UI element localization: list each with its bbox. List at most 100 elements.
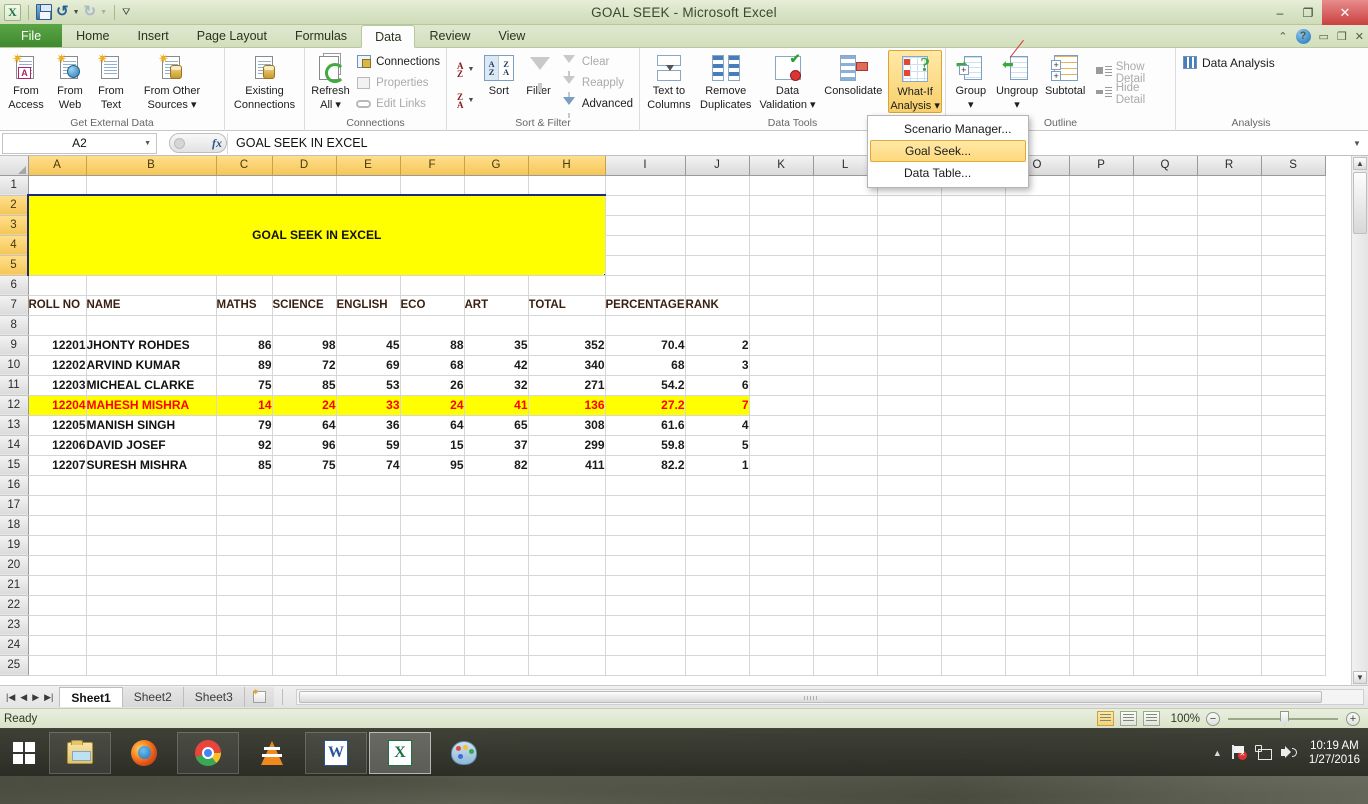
cell-D13[interactable]: 64 — [272, 415, 337, 436]
cell-S11[interactable] — [1261, 375, 1326, 396]
cell-F14[interactable]: 15 — [400, 435, 465, 456]
text-to-columns-button[interactable]: Text to Columns — [643, 50, 695, 111]
cell-Q11[interactable] — [1133, 375, 1198, 396]
cell-D1[interactable] — [272, 175, 337, 196]
cell-E12[interactable]: 33 — [336, 395, 401, 416]
cell-R21[interactable] — [1197, 575, 1262, 596]
tab-insert[interactable]: Insert — [124, 24, 183, 47]
cell-N21[interactable] — [941, 575, 1006, 596]
cell-D17[interactable] — [272, 495, 337, 516]
cell-G16[interactable] — [464, 475, 529, 496]
cell-Q8[interactable] — [1133, 315, 1198, 336]
taskbar-vlc[interactable] — [241, 732, 303, 774]
cell-B10[interactable]: ARVIND KUMAR — [86, 355, 217, 376]
cell-R17[interactable] — [1197, 495, 1262, 516]
row-header-13[interactable]: 13 — [0, 415, 29, 436]
cell-I1[interactable] — [605, 175, 686, 196]
cell-O2[interactable] — [1005, 195, 1070, 216]
cell-A17[interactable] — [28, 495, 87, 516]
cell-K24[interactable] — [749, 635, 814, 656]
cell-P21[interactable] — [1069, 575, 1134, 596]
cell-P6[interactable] — [1069, 275, 1134, 296]
name-box-dropdown-icon[interactable]: ▼ — [144, 140, 151, 147]
cell-A19[interactable] — [28, 535, 87, 556]
column-header-K[interactable]: K — [749, 156, 814, 176]
cell-J10[interactable]: 3 — [685, 355, 750, 376]
cell-P22[interactable] — [1069, 595, 1134, 616]
cell-S16[interactable] — [1261, 475, 1326, 496]
cell-D16[interactable] — [272, 475, 337, 496]
cell-J12[interactable]: 7 — [685, 395, 750, 416]
cell-M3[interactable] — [877, 215, 942, 236]
cell-B6[interactable] — [86, 275, 217, 296]
cell-A15[interactable]: 12207 — [28, 455, 87, 476]
cell-I2[interactable] — [605, 195, 686, 216]
taskbar-paint[interactable] — [433, 732, 495, 774]
cell-I12[interactable]: 27.2 — [605, 395, 686, 416]
doc-minimize-icon[interactable]: ▭ — [1319, 30, 1329, 43]
cell-E8[interactable] — [336, 315, 401, 336]
cell-E11[interactable]: 53 — [336, 375, 401, 396]
cell-J8[interactable] — [685, 315, 750, 336]
reapply-button[interactable]: Reapply — [559, 73, 636, 97]
cell-H23[interactable] — [528, 615, 606, 636]
cell-R15[interactable] — [1197, 455, 1262, 476]
cell-E14[interactable]: 59 — [336, 435, 401, 456]
column-header-S[interactable]: S — [1261, 156, 1326, 176]
cell-N12[interactable] — [941, 395, 1006, 416]
collapse-ribbon-icon[interactable]: ⌃ — [1278, 30, 1287, 43]
cell-J2[interactable] — [685, 195, 750, 216]
cell-O15[interactable] — [1005, 455, 1070, 476]
cell-R20[interactable] — [1197, 555, 1262, 576]
cell-R4[interactable] — [1197, 235, 1262, 256]
zoom-thumb[interactable] — [1280, 710, 1289, 727]
cell-R8[interactable] — [1197, 315, 1262, 336]
cell-S3[interactable] — [1261, 215, 1326, 236]
cell-L23[interactable] — [813, 615, 878, 636]
cell-L17[interactable] — [813, 495, 878, 516]
cell-S13[interactable] — [1261, 415, 1326, 436]
cell-S7[interactable] — [1261, 295, 1326, 316]
cell-R12[interactable] — [1197, 395, 1262, 416]
cell-E25[interactable] — [336, 655, 401, 676]
cell-B22[interactable] — [86, 595, 217, 616]
cell-Q12[interactable] — [1133, 395, 1198, 416]
cell-L7[interactable] — [813, 295, 878, 316]
cell-C1[interactable] — [216, 175, 273, 196]
cell-I23[interactable] — [605, 615, 686, 636]
cell-N7[interactable] — [941, 295, 1006, 316]
cell-A16[interactable] — [28, 475, 87, 496]
cell-R14[interactable] — [1197, 435, 1262, 456]
cell-B8[interactable] — [86, 315, 217, 336]
insert-worksheet-icon[interactable]: ✷ — [243, 687, 274, 707]
column-header-C[interactable]: C — [216, 156, 273, 176]
remove-duplicates-button[interactable]: Remove Duplicates — [695, 50, 757, 111]
cell-M20[interactable] — [877, 555, 942, 576]
cell-I9[interactable]: 70.4 — [605, 335, 686, 356]
cell-I14[interactable]: 59.8 — [605, 435, 686, 456]
cell-G7[interactable]: ART — [464, 295, 529, 316]
sheet-tab-sheet3[interactable]: Sheet3 — [182, 687, 244, 707]
cell-H16[interactable] — [528, 475, 606, 496]
horizontal-scrollbar[interactable] — [295, 689, 1364, 705]
cell-C15[interactable]: 85 — [216, 455, 273, 476]
close-button[interactable]: ✕ — [1322, 0, 1368, 25]
column-header-H[interactable]: H — [528, 156, 606, 176]
sort-button[interactable]: AZZA Sort — [479, 50, 518, 97]
cell-K25[interactable] — [749, 655, 814, 676]
cell-I20[interactable] — [605, 555, 686, 576]
cell-C8[interactable] — [216, 315, 273, 336]
cell-Q9[interactable] — [1133, 335, 1198, 356]
scroll-down-icon[interactable]: ▼ — [1353, 671, 1367, 684]
name-box[interactable]: A2 ▼ — [2, 132, 157, 154]
column-header-I[interactable]: I — [605, 156, 686, 176]
sheet-tab-sheet2[interactable]: Sheet2 — [121, 687, 183, 707]
cell-P11[interactable] — [1069, 375, 1134, 396]
cell-A8[interactable] — [28, 315, 87, 336]
cell-M23[interactable] — [877, 615, 942, 636]
menu-item-scenario-manager[interactable]: Scenario Manager... — [868, 118, 1028, 140]
cell-A1[interactable] — [28, 175, 87, 196]
last-sheet-icon[interactable]: ▶| — [44, 692, 53, 703]
ungroup-button[interactable]: ⬅ Ungroup ▾ — [993, 39, 1042, 111]
cell-L5[interactable] — [813, 255, 878, 276]
